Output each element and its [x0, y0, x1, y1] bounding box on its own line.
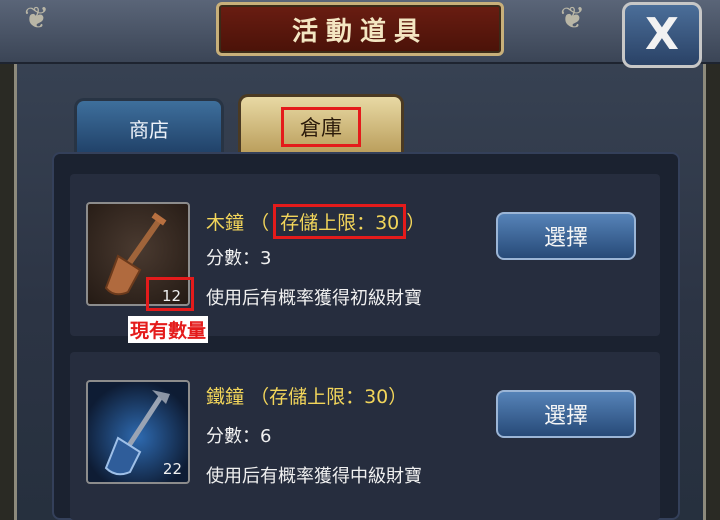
tab-shop-label: 商店 — [129, 118, 169, 142]
item-slot[interactable]: 22 — [86, 380, 190, 484]
item-description: 使用后有概率獲得中級財寶 — [206, 466, 422, 487]
storage-limit: 存儲上限：30 — [273, 204, 407, 239]
close-icon: X — [645, 9, 679, 60]
current-quantity-annotation: 現有數量 — [128, 316, 209, 343]
item-quantity: 22 — [162, 460, 182, 478]
storage-limit: 存儲上限：30 — [269, 386, 389, 408]
item-name-line: 木鐘 （存儲上限：30） — [206, 204, 425, 239]
paren-close: ） — [388, 386, 408, 408]
select-button[interactable]: 選擇 — [496, 390, 636, 438]
item-name: 鐵鐘 — [206, 386, 245, 408]
item-name: 木鐘 — [206, 212, 245, 234]
title-plate: 活動道具 — [216, 2, 504, 56]
item-name-line: 鐵鐘 （存儲上限：30） — [206, 382, 407, 409]
select-button[interactable]: 選擇 — [496, 212, 636, 260]
item-quantity: 12 — [162, 287, 182, 305]
tab-storage-label: 倉庫 — [281, 106, 361, 147]
ornament-right-icon: ❦ — [560, 1, 586, 36]
item-description: 使用后有概率獲得初級財寶 — [206, 288, 422, 309]
paren-close: ） — [406, 212, 426, 234]
item-score: 分數：6 — [206, 426, 272, 447]
tab-storage[interactable]: 倉庫 — [238, 94, 404, 156]
select-button-label: 選擇 — [543, 404, 588, 429]
item-row-iron-shovel: 22 鐵鐘 （存儲上限：30） 分數：6 使用后有概率獲得中級財寶 選擇 — [70, 352, 660, 520]
item-row-wooden-shovel: 12 木鐘 （存儲上限：30） 分數：3 使用后有概率獲得初級財寶 選擇 — [70, 174, 660, 336]
tab-shop[interactable]: 商店 — [74, 98, 224, 156]
close-button[interactable]: X — [622, 2, 702, 68]
paren-open: （ — [250, 212, 270, 234]
paren-open: （ — [250, 386, 270, 408]
window-title: 活動道具 — [291, 16, 428, 47]
ornament-left-icon: ❦ — [24, 1, 50, 36]
item-score: 分數：3 — [206, 248, 272, 269]
select-button-label: 選擇 — [543, 226, 588, 251]
